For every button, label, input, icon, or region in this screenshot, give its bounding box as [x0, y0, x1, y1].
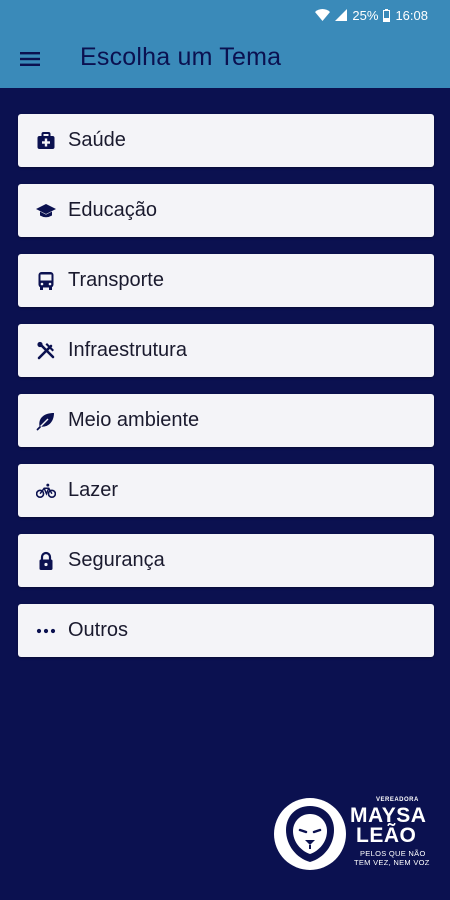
topic-meio-ambiente[interactable]: Meio ambiente: [18, 394, 434, 447]
topic-educacao[interactable]: Educação: [18, 184, 434, 237]
topic-label: Lazer: [68, 479, 119, 501]
logo-slogan-line2: TEM VEZ, NEM VOZ: [354, 858, 430, 867]
topic-lazer[interactable]: Lazer: [18, 464, 434, 517]
topic-label: Meio ambiente: [68, 409, 200, 431]
topic-label: Infraestrutura: [68, 339, 187, 361]
topic-transporte[interactable]: Transporte: [18, 254, 434, 307]
topic-list: Saúde Educação Transporte Infraestrutura…: [18, 114, 434, 674]
topic-label: Segurança: [68, 549, 165, 571]
wifi-icon: [315, 9, 331, 21]
logo-slogan-line1: PELOS QUE NÃO: [360, 849, 426, 858]
page-title: Escolha um Tema: [80, 43, 282, 71]
topic-outros[interactable]: Outros: [18, 604, 434, 657]
topic-saude[interactable]: Saúde: [18, 114, 434, 167]
status-bar: 25% 16:08: [0, 0, 450, 30]
more-horizontal-icon: [36, 621, 56, 641]
battery-percent: 25%: [352, 7, 379, 23]
bicycle-icon: [36, 481, 56, 501]
menu-button[interactable]: [20, 49, 42, 69]
medical-kit-icon: [36, 131, 56, 151]
topic-label: Saúde: [68, 129, 126, 151]
maysa-leao-logo: VEREADORA MAYSA LEÃO PELOS QUE NÃO TEM V…: [274, 794, 436, 874]
graduation-cap-icon: [36, 201, 56, 221]
bus-icon: [36, 271, 56, 291]
logo-name-line2: LEÃO: [356, 824, 417, 847]
topic-label: Educação: [68, 199, 157, 221]
topic-infraestrutura[interactable]: Infraestrutura: [18, 324, 434, 377]
app-bar: Escolha um Tema: [0, 30, 450, 88]
lion-badge-icon: [274, 798, 346, 870]
clock: 16:08: [395, 7, 428, 23]
lock-icon: [36, 551, 56, 571]
topic-seguranca[interactable]: Segurança: [18, 534, 434, 587]
signal-icon: [335, 9, 348, 21]
battery-icon: [383, 8, 391, 22]
topic-label: Transporte: [68, 269, 164, 291]
leaf-icon: [36, 411, 56, 431]
topic-label: Outros: [68, 619, 129, 641]
logo-vereadora: VEREADORA: [376, 797, 419, 803]
hamburger-menu-icon: [20, 52, 40, 66]
tools-icon: [36, 341, 56, 361]
